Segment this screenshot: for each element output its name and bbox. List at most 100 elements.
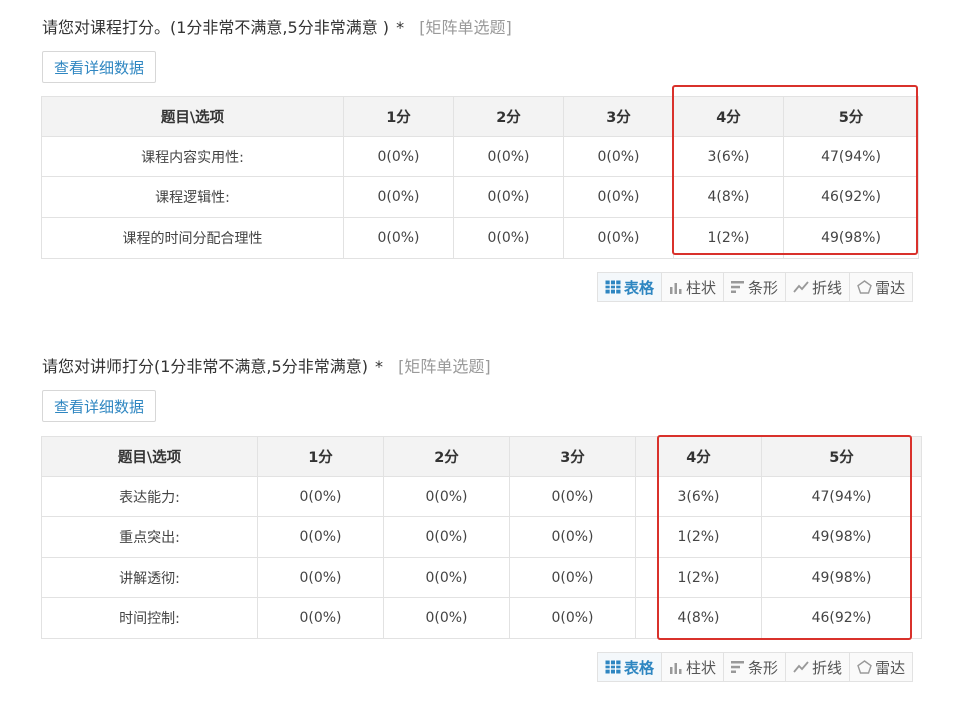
- column-header-score-5: 5分: [783, 96, 919, 137]
- question-1-title: 请您对课程打分。(1分非常不满意,5分非常满意 ) * [矩阵单选题]: [42, 14, 512, 38]
- tab-label: 折线: [812, 278, 843, 297]
- table-row: 时间控制: 0(0%) 0(0%) 0(0%) 4(8%) 46(92%): [41, 597, 922, 639]
- table-cell: 0(0%): [343, 136, 454, 177]
- tab-horizontal-bar[interactable]: 条形: [723, 652, 787, 682]
- row-label: 时间控制:: [41, 597, 258, 639]
- view-mode-tabs: 表格 柱状 条形 折线 雷达: [597, 272, 914, 302]
- row-label: 讲解透彻:: [41, 557, 258, 598]
- matrix-table-1: 题目\选项 1分 2分 3分 4分 5分 课程内容实用性: 0(0%) 0(0%…: [41, 96, 919, 259]
- tab-radar[interactable]: 雷达: [849, 272, 914, 302]
- table-icon: [605, 280, 621, 294]
- table-cell: 0(0%): [257, 557, 384, 598]
- table-cell: 4(8%): [673, 176, 784, 218]
- tab-label: 柱状: [686, 278, 717, 297]
- tab-line[interactable]: 折线: [785, 652, 851, 682]
- table-cell: 0(0%): [383, 476, 510, 517]
- line-chart-icon: [793, 281, 809, 293]
- table-cell: 0(0%): [563, 176, 674, 218]
- matrix-table-2: 题目\选项 1分 2分 3分 4分 5分 表达能力: 0(0%) 0(0%) 0…: [41, 436, 922, 639]
- table-cell: 1(2%): [635, 516, 762, 558]
- row-label: 表达能力:: [41, 476, 258, 517]
- view-details-button[interactable]: 查看详细数据: [42, 51, 157, 83]
- column-header-score-2: 2分: [453, 96, 564, 137]
- column-header-item: 题目\选项: [41, 96, 344, 137]
- table-icon: [605, 660, 621, 674]
- table-cell: 4(8%): [635, 597, 762, 639]
- table-cell: 0(0%): [383, 557, 510, 598]
- radar-icon: [857, 660, 872, 674]
- tab-table[interactable]: 表格: [597, 272, 663, 302]
- tab-label: 表格: [624, 278, 655, 297]
- column-header-score-5: 5分: [761, 436, 922, 477]
- required-mark: *: [375, 357, 384, 376]
- tab-table[interactable]: 表格: [597, 652, 663, 682]
- table-cell: 49(98%): [761, 557, 922, 598]
- table-cell: 0(0%): [383, 597, 510, 639]
- table-cell: 0(0%): [257, 597, 384, 639]
- table-row: 课程逻辑性: 0(0%) 0(0%) 0(0%) 4(8%) 46(92%): [41, 176, 919, 218]
- tab-label: 表格: [624, 658, 655, 677]
- table-cell: 46(92%): [761, 597, 922, 639]
- table-header-row: 题目\选项 1分 2分 3分 4分 5分: [41, 436, 922, 477]
- table-row: 课程内容实用性: 0(0%) 0(0%) 0(0%) 3(6%) 47(94%): [41, 136, 919, 177]
- question-title-text: 请您对课程打分。(1分非常不满意,5分非常满意 ): [42, 18, 390, 37]
- tab-label: 折线: [812, 658, 843, 677]
- table-row: 重点突出: 0(0%) 0(0%) 0(0%) 1(2%) 49(98%): [41, 516, 922, 558]
- question-title-text: 请您对讲师打分(1分非常不满意,5分非常满意): [42, 357, 368, 376]
- question-type-label: [矩阵单选题]: [398, 357, 491, 376]
- table-cell: 0(0%): [563, 217, 674, 259]
- row-label: 重点突出:: [41, 516, 258, 558]
- table-row: 表达能力: 0(0%) 0(0%) 0(0%) 3(6%) 47(94%): [41, 476, 922, 517]
- radar-icon: [857, 280, 872, 294]
- required-mark: *: [396, 18, 405, 37]
- table-cell: 0(0%): [383, 516, 510, 558]
- question-type-label: [矩阵单选题]: [419, 18, 512, 37]
- table-cell: 0(0%): [509, 597, 636, 639]
- table-cell: 1(2%): [635, 557, 762, 598]
- column-header-score-1: 1分: [257, 436, 384, 477]
- tab-label: 柱状: [686, 658, 717, 677]
- table-cell: 47(94%): [761, 476, 922, 517]
- tab-label: 雷达: [875, 278, 906, 297]
- table-header-row: 题目\选项 1分 2分 3分 4分 5分: [41, 96, 919, 137]
- table-cell: 49(98%): [783, 217, 919, 259]
- column-header-score-4: 4分: [673, 96, 784, 137]
- table-cell: 0(0%): [343, 176, 454, 218]
- tab-radar[interactable]: 雷达: [849, 652, 914, 682]
- row-label: 课程的时间分配合理性: [41, 217, 344, 259]
- table-cell: 3(6%): [673, 136, 784, 177]
- column-header-score-4: 4分: [635, 436, 762, 477]
- row-label: 课程逻辑性:: [41, 176, 344, 218]
- table-cell: 47(94%): [783, 136, 919, 177]
- column-header-score-3: 3分: [509, 436, 636, 477]
- table-cell: 0(0%): [257, 516, 384, 558]
- view-mode-tabs: 表格 柱状 条形 折线 雷达: [597, 652, 914, 682]
- tab-label: 条形: [748, 658, 779, 677]
- line-chart-icon: [793, 661, 809, 673]
- bar-chart-icon: [670, 283, 682, 294]
- column-header-score-3: 3分: [563, 96, 674, 137]
- tab-bar[interactable]: 柱状: [661, 652, 725, 682]
- table-cell: 3(6%): [635, 476, 762, 517]
- table-cell: 0(0%): [453, 176, 564, 218]
- column-header-item: 题目\选项: [41, 436, 258, 477]
- tab-horizontal-bar[interactable]: 条形: [723, 272, 787, 302]
- column-header-score-1: 1分: [343, 96, 454, 137]
- view-details-button[interactable]: 查看详细数据: [42, 390, 157, 422]
- table-cell: 0(0%): [563, 136, 674, 177]
- table-cell: 0(0%): [509, 516, 636, 558]
- table-cell: 1(2%): [673, 217, 784, 259]
- table-row: 讲解透彻: 0(0%) 0(0%) 0(0%) 1(2%) 49(98%): [41, 557, 922, 598]
- horizontal-bar-icon: [731, 661, 745, 673]
- table-cell: 0(0%): [453, 217, 564, 259]
- bar-chart-icon: [670, 663, 682, 674]
- tab-line[interactable]: 折线: [785, 272, 851, 302]
- horizontal-bar-icon: [731, 281, 745, 293]
- tab-bar[interactable]: 柱状: [661, 272, 725, 302]
- tab-label: 雷达: [875, 658, 906, 677]
- table-cell: 0(0%): [453, 136, 564, 177]
- table-cell: 0(0%): [509, 557, 636, 598]
- tab-label: 条形: [748, 278, 779, 297]
- table-row: 课程的时间分配合理性 0(0%) 0(0%) 0(0%) 1(2%) 49(98…: [41, 217, 919, 259]
- table-cell: 0(0%): [343, 217, 454, 259]
